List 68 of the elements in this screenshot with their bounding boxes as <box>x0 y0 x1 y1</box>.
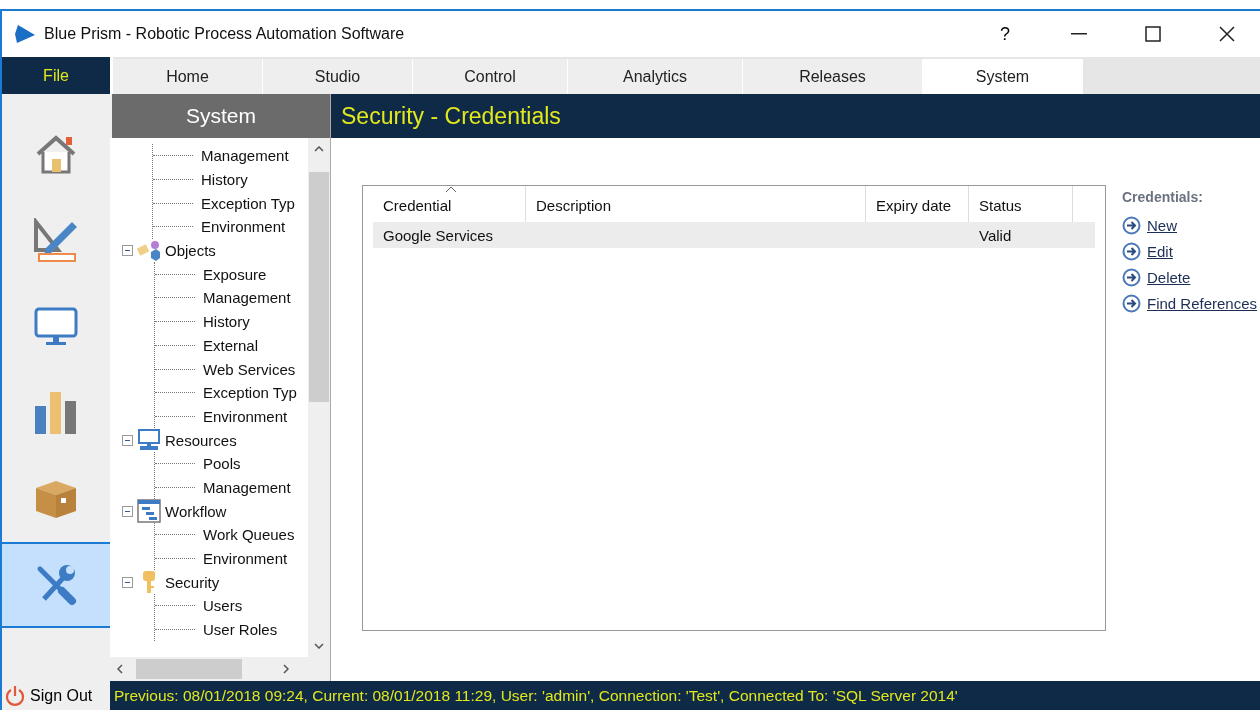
collapse-toggle[interactable] <box>122 434 133 446</box>
shapes-icon <box>137 239 161 262</box>
status-bar: Previous: 08/01/2018 09:24, Current: 08/01/2018 11:29, User: 'admin', Connection: 'Test', Connected To: 'SQL Server 2014' <box>110 681 1260 710</box>
tree-item[interactable]: Exposure <box>203 265 267 283</box>
tree-item[interactable]: History <box>203 313 250 331</box>
arrow-circle-icon <box>1122 242 1141 261</box>
action-link[interactable]: Delete <box>1122 268 1258 287</box>
tab[interactable]: Analytics <box>568 59 743 94</box>
monitor-icon <box>34 307 78 347</box>
tree-item[interactable]: External <box>203 336 259 354</box>
tree-item[interactable]: Exception Typ <box>201 194 295 212</box>
ruler-pencil-icon <box>34 218 78 264</box>
tree-item[interactable]: History <box>201 171 248 189</box>
collapse-toggle[interactable] <box>122 505 133 517</box>
chevron-right-icon <box>283 664 289 674</box>
sidebar-item[interactable] <box>2 542 110 628</box>
sort-caret-icon <box>445 186 457 193</box>
tab[interactable]: Home <box>113 59 263 94</box>
tree-item[interactable]: Work Queues <box>203 526 295 544</box>
tree-item[interactable]: Workflow <box>165 502 227 520</box>
tree-item[interactable]: Exception Typ <box>203 384 297 402</box>
tree-item[interactable]: Web Services <box>203 360 296 378</box>
tab[interactable]: Studio <box>263 59 413 94</box>
tab[interactable]: Releases <box>743 59 923 94</box>
computer-icon <box>137 429 161 452</box>
table-cell-text: Google Services <box>382 226 495 244</box>
tree-item[interactable]: Management <box>203 478 291 496</box>
minimize-icon <box>1071 33 1087 35</box>
action-link[interactable]: New <box>1122 216 1258 235</box>
action-link[interactable]: Find References <box>1122 294 1258 313</box>
tree-item[interactable]: Users <box>203 597 243 615</box>
house-icon <box>34 134 78 176</box>
tree-item[interactable]: Objects <box>165 242 216 260</box>
arrow-circle-icon <box>1122 216 1141 235</box>
tree-item[interactable]: Environment <box>201 218 286 236</box>
prism-logo-icon <box>14 24 36 44</box>
collapse-toggle[interactable] <box>122 576 133 588</box>
sign-out-button[interactable]: Sign Out <box>2 681 110 710</box>
tree-item[interactable]: Environment <box>203 407 288 425</box>
arrow-circle-icon <box>1122 268 1141 287</box>
bar-chart-icon <box>34 392 78 434</box>
file-tab[interactable]: File <box>2 57 110 94</box>
actions-heading: Credentials: <box>1122 189 1204 205</box>
collapse-toggle[interactable] <box>122 245 133 257</box>
tree-item[interactable]: Security <box>165 573 220 591</box>
close-icon <box>1219 26 1235 42</box>
tab[interactable]: System <box>923 59 1083 94</box>
maximize-icon <box>1145 26 1161 42</box>
action-link[interactable]: Edit <box>1122 242 1258 261</box>
tree-item[interactable]: Environment <box>203 550 288 568</box>
table-cell-text: Valid <box>978 226 1013 244</box>
tab[interactable]: Control <box>413 59 568 94</box>
window-title: Blue Prism - Robotic Process Automation Software <box>44 25 406 43</box>
panel-header: System <box>112 94 330 138</box>
tree-item[interactable]: Resources <box>165 431 237 449</box>
tree-item[interactable]: Management <box>201 147 289 165</box>
page-title: Security - Credentials <box>331 94 1260 138</box>
table-row[interactable]: Google Services Valid <box>373 222 1095 248</box>
arrow-circle-icon <box>1122 294 1141 313</box>
chevron-up-icon <box>314 146 324 152</box>
tree-item[interactable]: Pools <box>203 455 241 473</box>
help-button[interactable]: ? <box>972 11 1038 57</box>
chevron-down-icon <box>314 643 324 649</box>
chevron-left-icon <box>117 664 123 674</box>
tree-item[interactable]: User Roles <box>203 621 278 639</box>
box-icon <box>34 479 78 519</box>
power-icon <box>4 684 26 707</box>
tree-item[interactable]: Management <box>203 289 291 307</box>
